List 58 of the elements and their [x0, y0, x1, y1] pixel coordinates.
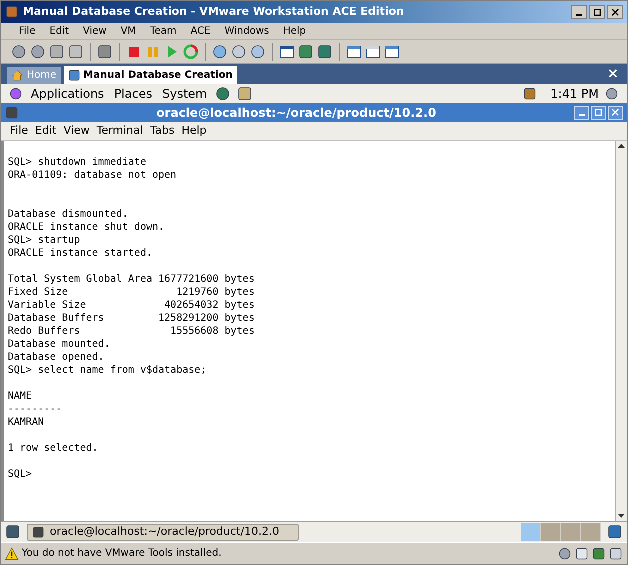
terminal-line: SQL> select name from v$database;	[8, 364, 207, 377]
terminal-line: Database Buffers 1258291200 bytes	[8, 312, 255, 325]
menu-item[interactable]: Help	[277, 24, 312, 38]
menu-item[interactable]: Team	[144, 24, 183, 38]
tab[interactable]: Manual Database Creation	[64, 66, 237, 84]
terminal-menu-item[interactable]: Terminal	[94, 122, 146, 140]
close-button[interactable]	[607, 5, 623, 19]
menu-item[interactable]: View	[77, 24, 113, 38]
terminal-menu-item[interactable]: Help	[178, 122, 210, 140]
minimize-icon	[578, 114, 584, 116]
terminal-line: Total System Global Area 1677721600 bytes	[8, 273, 255, 286]
terminal-title: oracle@localhost:~/oracle/product/10.2.0	[156, 104, 438, 122]
clock: 1:41 PM	[550, 86, 599, 102]
menu-item[interactable]: Windows	[218, 24, 276, 38]
terminal-line: SQL> startup	[8, 234, 80, 247]
terminal-line: 1 row selected.	[8, 442, 98, 455]
taskbar-window-button[interactable]: oracle@localhost:~/oracle/product/10.2.0	[27, 524, 299, 540]
warning-icon	[5, 546, 19, 560]
terminal-line: ORACLE instance started.	[8, 247, 152, 260]
maximize-icon	[594, 8, 600, 16]
terminal-line: Database opened.	[8, 351, 104, 364]
menu-item[interactable]: Edit	[44, 24, 76, 38]
terminal-line: SQL> shutdown immediate	[8, 156, 146, 169]
terminal-line: ORA-01109: database not open	[8, 169, 177, 182]
terminal-menu-item[interactable]: View	[60, 122, 93, 140]
maximize-icon	[595, 109, 602, 116]
panel-menu[interactable]: Applications	[29, 84, 106, 102]
terminal-line: ORACLE instance shut down.	[8, 221, 165, 234]
house-icon	[11, 69, 24, 82]
close-tab-button[interactable]: ×	[607, 67, 619, 81]
close-icon	[612, 109, 619, 116]
terminal-line: Variable Size 402654032 bytes	[8, 299, 255, 312]
terminal-line: Database mounted.	[8, 338, 110, 351]
terminal-menu-item[interactable]: Tabs	[147, 122, 178, 140]
panel-menu[interactable]: Places	[112, 84, 154, 102]
menu-item[interactable]: VM	[114, 24, 142, 38]
terminal-line: KAMRAN	[8, 416, 44, 429]
window-title: Manual Database Creation - VMware Workstation ACE Edition	[23, 4, 406, 20]
scrollbar[interactable]	[615, 141, 627, 521]
terminal-menu-item[interactable]: Edit	[32, 122, 60, 140]
terminal-line: Database dismounted.	[8, 208, 128, 221]
maximize-button[interactable]	[589, 5, 605, 19]
panel-menu[interactable]: System	[160, 84, 210, 102]
menu-item[interactable]: File	[13, 24, 42, 38]
minimize-icon	[576, 14, 582, 16]
status-message: You do not have VMware Tools installed.	[22, 547, 223, 561]
terminal-line: Fixed Size 1219760 bytes	[8, 286, 255, 299]
app-icon	[5, 5, 19, 19]
terminal-menu-item[interactable]: File	[7, 122, 32, 140]
terminal-line: ---------	[8, 403, 62, 416]
terminal-line: NAME	[8, 390, 32, 403]
window-icon[interactable]	[346, 44, 362, 60]
close-icon	[612, 8, 618, 16]
terminal-line: Redo Buffers 15556608 bytes	[8, 325, 255, 338]
terminal-line: SQL>	[8, 468, 32, 481]
reset-icon[interactable]	[183, 44, 199, 60]
minimize-button[interactable]	[571, 5, 587, 19]
menu-item[interactable]: ACE	[184, 24, 217, 38]
